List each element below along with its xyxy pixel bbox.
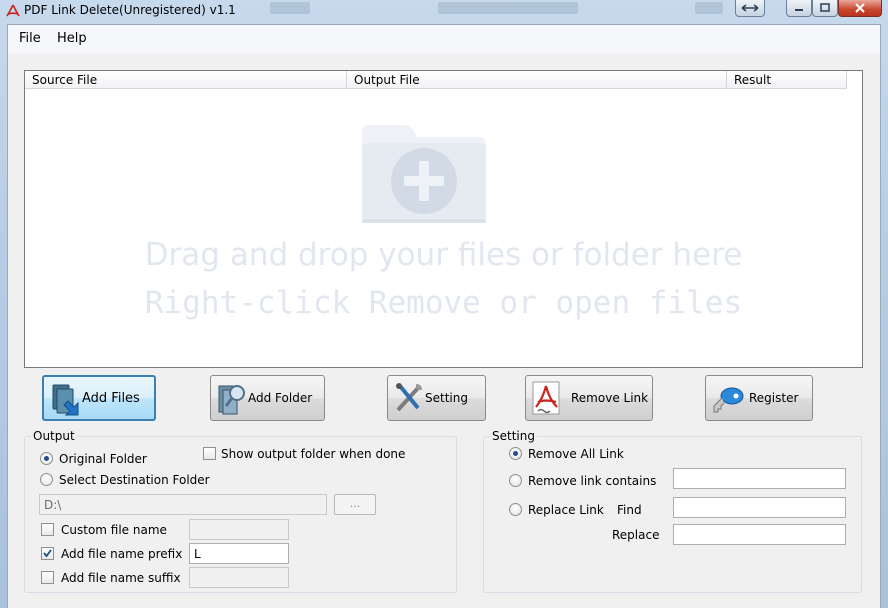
remove-contains-label[interactable]: Remove link contains bbox=[528, 474, 656, 488]
column-header-output[interactable]: Output File bbox=[347, 71, 727, 89]
file-list[interactable]: Source File Output File Result Drag and … bbox=[24, 70, 863, 368]
app-window: File Help Source File Output File Result… bbox=[7, 24, 881, 608]
remove-contains-radio[interactable] bbox=[509, 474, 522, 487]
column-header-result[interactable]: Result bbox=[727, 71, 847, 89]
show-output-label[interactable]: Show output folder when done bbox=[221, 447, 405, 461]
output-group: Output Original Folder Show output folde… bbox=[24, 429, 457, 593]
minimize-button[interactable] bbox=[786, 0, 812, 17]
background-window-ghost bbox=[270, 2, 310, 14]
add-folder-label: Add Folder bbox=[248, 391, 313, 405]
setting-button[interactable]: Setting bbox=[387, 375, 486, 421]
custom-name-input[interactable] bbox=[189, 519, 289, 540]
checkmark-icon bbox=[43, 549, 52, 558]
custom-name-checkbox[interactable] bbox=[41, 523, 54, 536]
close-icon bbox=[855, 3, 865, 13]
title-bar: PDF Link Delete(Unregistered) v1.1 bbox=[0, 0, 888, 24]
suffix-input[interactable] bbox=[189, 567, 289, 588]
add-files-label: Add Files bbox=[82, 391, 140, 406]
output-group-title: Output bbox=[31, 429, 77, 443]
maximize-button[interactable] bbox=[812, 0, 838, 17]
resize-button[interactable] bbox=[735, 0, 765, 17]
column-header-source[interactable]: Source File bbox=[25, 71, 347, 89]
add-folder-icon bbox=[218, 385, 245, 415]
key-icon bbox=[713, 387, 744, 413]
remove-link-button[interactable]: Remove Link bbox=[525, 375, 653, 421]
register-button[interactable]: Register bbox=[705, 375, 813, 421]
show-output-checkbox[interactable] bbox=[203, 447, 216, 460]
remove-all-radio[interactable] bbox=[509, 447, 522, 460]
setting-label: Setting bbox=[425, 391, 468, 405]
select-destination-radio[interactable] bbox=[40, 473, 53, 486]
app-icon bbox=[6, 4, 20, 17]
suffix-checkbox[interactable] bbox=[41, 571, 54, 584]
drop-hint-text: Drag and drop your files or folder here bbox=[144, 237, 743, 273]
remove-all-label[interactable]: Remove All Link bbox=[528, 447, 624, 461]
close-button[interactable] bbox=[838, 0, 882, 17]
browse-button[interactable]: ... bbox=[334, 494, 376, 515]
remove-contains-input[interactable] bbox=[673, 468, 846, 489]
add-files-icon bbox=[52, 384, 79, 416]
prefix-checkbox[interactable] bbox=[41, 547, 54, 560]
pdf-link-icon bbox=[532, 381, 560, 415]
tools-icon bbox=[396, 383, 422, 412]
setting-group-title: Setting bbox=[490, 429, 537, 443]
register-label: Register bbox=[749, 391, 799, 405]
destination-folder-input[interactable]: D:\ bbox=[39, 494, 327, 515]
window-title: PDF Link Delete(Unregistered) v1.1 bbox=[24, 3, 236, 17]
prefix-label[interactable]: Add file name prefix bbox=[61, 547, 182, 561]
menu-bar: File Help bbox=[8, 25, 880, 53]
replace-link-radio[interactable] bbox=[509, 503, 522, 516]
minimize-icon bbox=[795, 9, 803, 11]
add-folder-placeholder-icon bbox=[362, 125, 486, 223]
maximize-icon bbox=[820, 3, 830, 12]
add-files-button[interactable]: Add Files bbox=[42, 375, 156, 421]
find-label: Find bbox=[617, 503, 642, 517]
remove-link-label: Remove Link bbox=[571, 391, 649, 405]
menu-file[interactable]: File bbox=[19, 31, 41, 46]
original-folder-label[interactable]: Original Folder bbox=[59, 452, 147, 466]
prefix-input[interactable]: L bbox=[189, 543, 289, 564]
replace-link-label[interactable]: Replace Link bbox=[528, 503, 604, 517]
resize-arrows-icon bbox=[741, 4, 759, 12]
custom-name-label[interactable]: Custom file name bbox=[61, 523, 167, 537]
replace-label: Replace bbox=[612, 528, 660, 542]
replace-input[interactable] bbox=[673, 524, 846, 545]
find-input[interactable] bbox=[673, 497, 846, 518]
add-folder-button[interactable]: Add Folder bbox=[210, 375, 325, 421]
right-click-hint-text: Right-click Remove or open files bbox=[144, 285, 743, 321]
background-window-ghost bbox=[438, 2, 578, 14]
suffix-label[interactable]: Add file name suffix bbox=[61, 571, 181, 585]
original-folder-radio[interactable] bbox=[40, 452, 53, 465]
select-destination-label[interactable]: Select Destination Folder bbox=[59, 473, 210, 487]
setting-group: Setting Remove All Link Remove link cont… bbox=[483, 429, 862, 593]
background-window-ghost bbox=[695, 2, 723, 14]
menu-help[interactable]: Help bbox=[57, 31, 87, 46]
